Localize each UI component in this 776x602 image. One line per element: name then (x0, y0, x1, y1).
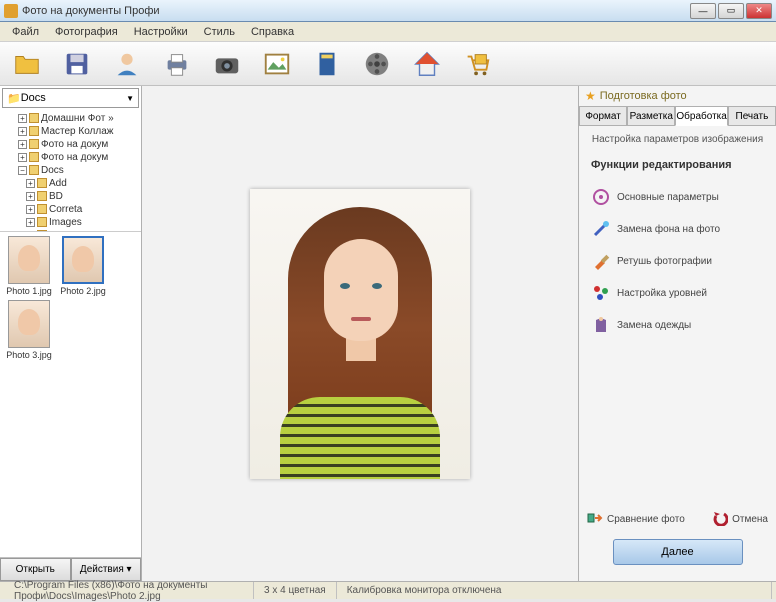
tree-node[interactable]: +Домашни Фот » (2, 112, 139, 125)
tab-2[interactable]: Обработка (675, 106, 727, 126)
open-button[interactable]: Открыть (0, 558, 71, 581)
functions-title: Функции редактирования (579, 153, 776, 177)
photo-preview[interactable] (250, 189, 470, 479)
tree-node[interactable]: +Мастер Коллаж (2, 125, 139, 138)
folder-combo[interactable]: 📁 Docs ▼ (2, 88, 139, 108)
compare-icon (587, 510, 603, 529)
save-icon[interactable] (60, 47, 94, 81)
folder-combo-label: Docs (21, 92, 46, 104)
menu-bar: ФайлФотографияНастройкиСтильСправка (0, 22, 776, 42)
picture-icon[interactable] (260, 47, 294, 81)
actions-button[interactable]: Действия ▾ (71, 558, 142, 581)
menu-0[interactable]: Файл (4, 24, 47, 40)
function-item[interactable]: Замена фона на фото (587, 213, 768, 245)
cart-icon[interactable] (460, 47, 494, 81)
function-item[interactable]: Замена одежды (587, 309, 768, 341)
tab-0[interactable]: Формат (579, 106, 627, 126)
book-icon[interactable] (310, 47, 344, 81)
gear-icon (591, 187, 611, 207)
app-icon (4, 4, 18, 18)
tree-node[interactable]: +Фото на докум (2, 138, 139, 151)
tab-3[interactable]: Печать (728, 106, 776, 126)
tab-1[interactable]: Разметка (627, 106, 675, 126)
levels-icon (591, 283, 611, 303)
right-panel-header: ★ Подготовка фото (579, 86, 776, 106)
thumbnail[interactable]: Photo 2.jpg (58, 236, 108, 296)
brush-icon (591, 251, 611, 271)
undo-icon (712, 510, 728, 529)
tree-node[interactable]: +BD (2, 190, 139, 203)
tree-node[interactable]: +Correta (2, 203, 139, 216)
left-panel: 📁 Docs ▼ +Домашни Фот »+Мастер Коллаж+Фо… (0, 86, 142, 581)
folder-tree[interactable]: +Домашни Фот »+Мастер Коллаж+Фото на док… (0, 110, 141, 232)
menu-2[interactable]: Настройки (126, 24, 196, 40)
function-item[interactable]: Ретушь фотографии (587, 245, 768, 277)
tree-node[interactable]: +Images (2, 216, 139, 229)
thumbnail[interactable]: Photo 3.jpg (4, 300, 54, 360)
toolbar (0, 42, 776, 86)
right-panel-title: Подготовка фото (600, 90, 687, 102)
camera-icon[interactable] (210, 47, 244, 81)
right-panel: ★ Подготовка фото ФорматРазметкаОбработк… (578, 86, 776, 581)
thumbnail-list: Photo 1.jpgPhoto 2.jpgPhoto 3.jpg (0, 232, 141, 557)
reel-icon[interactable] (360, 47, 394, 81)
function-list: Основные параметрыЗамена фона на фотоРет… (579, 177, 776, 345)
tree-node[interactable]: −Docs (2, 164, 139, 177)
title-bar: Фото на документы Профи — ▭ ✕ (0, 0, 776, 22)
photo-canvas (142, 86, 578, 581)
close-button[interactable]: ✕ (746, 3, 772, 19)
magic-icon (591, 219, 611, 239)
chevron-down-icon: ▼ (126, 94, 134, 103)
function-item[interactable]: Настройка уровней (587, 277, 768, 309)
menu-4[interactable]: Справка (243, 24, 302, 40)
status-size: 3 x 4 цветная (254, 582, 337, 599)
menu-3[interactable]: Стиль (196, 24, 243, 40)
right-tabs: ФорматРазметкаОбработкаПечать (579, 106, 776, 126)
window-title: Фото на документы Профи (22, 5, 690, 17)
person-icon[interactable] (110, 47, 144, 81)
printer-icon[interactable] (160, 47, 194, 81)
status-path: C:\Program Files (x86)\Фото на документы… (4, 582, 254, 599)
function-item[interactable]: Основные параметры (587, 181, 768, 213)
tree-node[interactable]: +Фото на докум (2, 151, 139, 164)
maximize-button[interactable]: ▭ (718, 3, 744, 19)
home-icon[interactable] (410, 47, 444, 81)
tab-subtitle: Настройка параметров изображения (579, 126, 776, 153)
status-monitor: Калибровка монитора отключена (337, 582, 772, 599)
minimize-button[interactable]: — (690, 3, 716, 19)
thumbnail[interactable]: Photo 1.jpg (4, 236, 54, 296)
undo-button[interactable]: Отмена (712, 510, 768, 529)
status-bar: C:\Program Files (x86)\Фото на документы… (0, 581, 776, 599)
menu-1[interactable]: Фотография (47, 24, 126, 40)
next-button[interactable]: Далее (613, 539, 743, 565)
folder-icon[interactable] (10, 47, 44, 81)
star-icon: ★ (585, 89, 596, 103)
compare-button[interactable]: Сравнение фото (587, 510, 685, 529)
clothes-icon (591, 315, 611, 335)
tree-node[interactable]: +Add (2, 177, 139, 190)
